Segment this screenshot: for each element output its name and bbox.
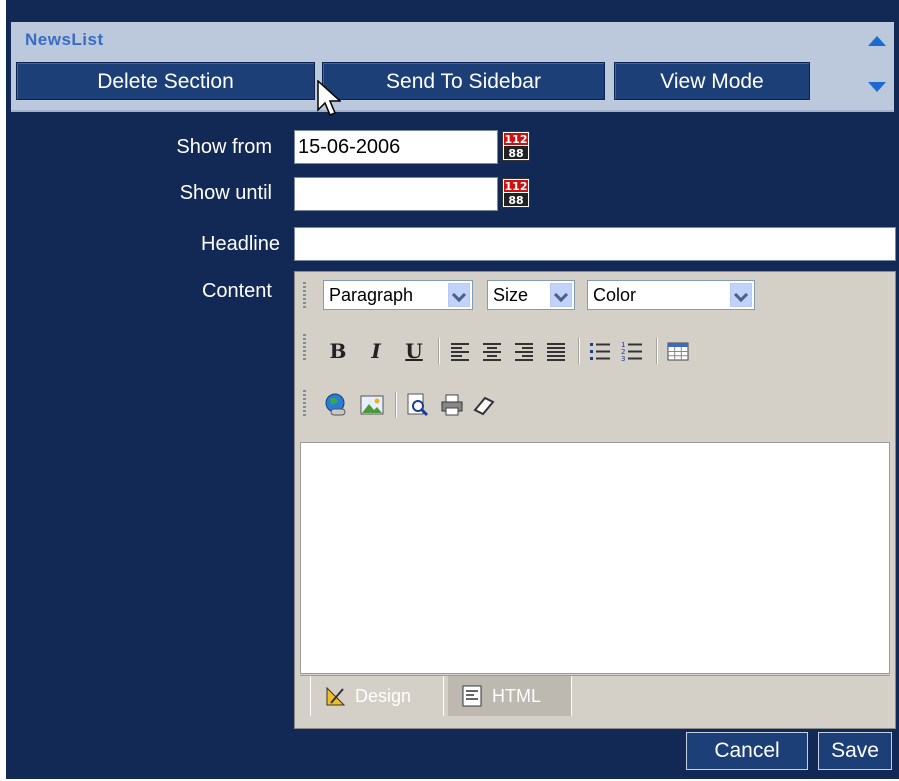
content-label: Content [201,280,272,302]
align-center-icon[interactable] [479,338,505,364]
headline-input[interactable] [294,227,896,261]
svg-text:112: 112 [505,133,528,146]
toolbar-grip [303,390,306,418]
toolbar-separator [438,338,439,364]
headline-label: Headline [201,233,280,255]
design-ruler-icon [326,686,346,706]
insert-image-icon[interactable] [359,392,385,418]
tab-html[interactable]: HTML [448,676,572,716]
view-mode-button[interactable]: View Mode [614,62,810,100]
bold-button[interactable]: B [325,338,351,364]
eraser-icon[interactable] [471,392,497,418]
move-down-arrow-icon[interactable] [868,82,886,92]
toolbar-separator [578,338,579,364]
tab-design[interactable]: Design [310,676,444,716]
toolbar-separator [395,392,396,418]
insert-link-icon[interactable] [323,392,349,418]
editor-mode-tabs: Design HTML [300,675,890,717]
tab-design-label: Design [355,686,412,706]
align-justify-icon[interactable] [543,338,569,364]
chevron-down-icon [448,283,470,307]
paragraph-select-value: Paragraph [329,285,414,305]
insert-table-icon[interactable] [665,338,691,364]
cancel-button[interactable]: Cancel [686,732,808,770]
show-until-input[interactable] [294,177,498,211]
italic-button[interactable]: I [363,338,389,364]
save-button[interactable]: Save [818,732,892,770]
toolbar-grip [303,334,306,362]
mouse-cursor-icon [317,80,341,116]
content-edit-area[interactable] [300,442,890,674]
chevron-down-icon [550,283,572,307]
color-select[interactable]: Color [587,280,755,310]
preview-icon[interactable] [405,392,431,418]
numbered-list-icon[interactable]: 123 [619,338,645,364]
section-title: NewsList [25,30,104,49]
chevron-down-icon [730,283,752,307]
html-document-icon [462,685,482,707]
section-header: NewsList Delete Section Send To Sidebar … [11,22,894,112]
print-icon[interactable] [439,392,465,418]
delete-section-button[interactable]: Delete Section [16,62,315,100]
move-up-arrow-icon[interactable] [868,36,886,46]
content-editor: Paragraph Size Color B I U 123 Design HT… [294,271,896,729]
align-left-icon[interactable] [447,338,473,364]
calendar-icon[interactable]: 112 88 [502,178,530,208]
svg-text:3: 3 [621,355,625,363]
toolbar-separator [656,338,657,364]
svg-text:112: 112 [505,180,528,193]
svg-text:88: 88 [508,194,523,207]
show-from-label: Show from [176,136,272,158]
show-from-input[interactable] [294,130,498,164]
send-to-sidebar-button[interactable]: Send To Sidebar [322,62,605,100]
show-until-label: Show until [179,182,272,204]
paragraph-select[interactable]: Paragraph [323,280,473,310]
toolbar-grip [303,282,306,310]
size-select[interactable]: Size [487,280,575,310]
tab-html-label: HTML [492,686,541,706]
size-select-value: Size [493,285,529,305]
svg-text:88: 88 [508,147,523,160]
align-right-icon[interactable] [511,338,537,364]
bullet-list-icon[interactable] [587,338,613,364]
underline-button[interactable]: U [401,338,427,364]
color-select-value: Color [593,285,637,305]
calendar-icon[interactable]: 112 88 [502,131,530,161]
